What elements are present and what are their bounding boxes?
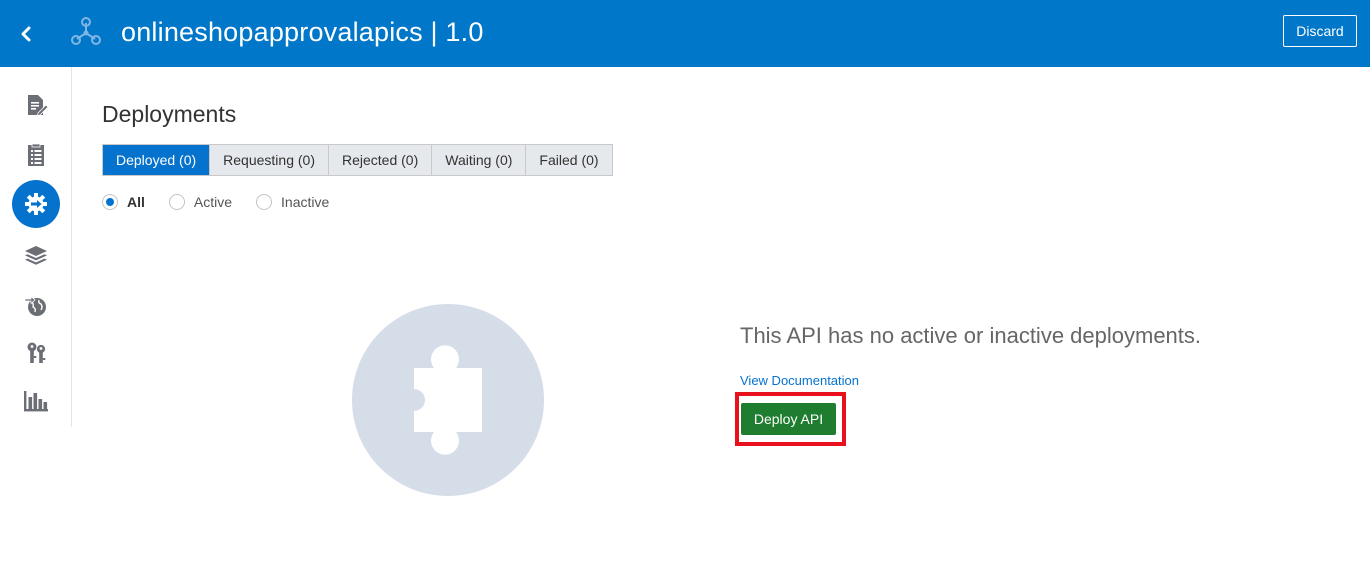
analytics-icon [24, 391, 48, 412]
filter-active-radio[interactable]: Active [168, 194, 233, 210]
sidebar-item-grants[interactable] [12, 329, 60, 377]
view-documentation-link[interactable]: View Documentation [740, 373, 859, 388]
tab-requesting[interactable]: Requesting (0) [210, 145, 329, 175]
radio-button[interactable] [168, 194, 185, 210]
filter-active-label: Active [193, 194, 233, 210]
deployments-icon [25, 193, 47, 215]
api-title: onlineshopapprovalapics | 1.0 [121, 17, 484, 47]
empty-state-message: This API has no active or inactive deplo… [740, 323, 1202, 348]
filter-all-label: All [127, 194, 145, 210]
tab-deployed[interactable]: Deployed (0) [103, 145, 211, 175]
deployment-tabs: Deployed (0) Requesting (0) Rejected (0)… [102, 144, 613, 176]
status-filter: All Active Inactive [102, 192, 353, 212]
puzzle-piece-icon [414, 345, 482, 455]
page-title: Deployments [102, 101, 237, 127]
sidebar-item-publication[interactable] [12, 281, 60, 329]
plans-icon [25, 246, 47, 265]
api-details-icon [28, 143, 44, 166]
app-header: onlineshopapprovalapics | 1.0 Discard [0, 0, 1370, 67]
empty-state-illustration [352, 304, 544, 496]
api-nodes-icon [71, 17, 101, 45]
sidebar [0, 67, 72, 427]
filter-inactive-radio[interactable]: Inactive [256, 194, 329, 210]
tab-waiting[interactable]: Waiting (0) [432, 145, 527, 175]
sidebar-item-plans[interactable] [12, 231, 60, 279]
publication-icon [24, 295, 46, 316]
radio-button[interactable] [102, 194, 118, 210]
filter-all-radio[interactable]: All [102, 194, 145, 210]
sidebar-item-details[interactable] [12, 131, 60, 179]
tab-failed[interactable]: Failed (0) [526, 145, 612, 175]
grants-icon [27, 342, 46, 363]
tab-rejected[interactable]: Rejected (0) [328, 145, 433, 175]
filter-inactive-label: Inactive [281, 194, 330, 210]
chevron-left-icon [21, 26, 31, 42]
sidebar-item-implementation[interactable] [12, 81, 60, 129]
api-implementation-icon [28, 95, 48, 117]
discard-button[interactable]: Discard [1283, 15, 1357, 47]
deploy-api-button[interactable]: Deploy API [741, 403, 836, 435]
radio-button[interactable] [256, 194, 273, 210]
back-button[interactable] [12, 20, 40, 48]
sidebar-item-deployments[interactable] [12, 180, 60, 228]
sidebar-item-analytics[interactable] [12, 377, 60, 425]
